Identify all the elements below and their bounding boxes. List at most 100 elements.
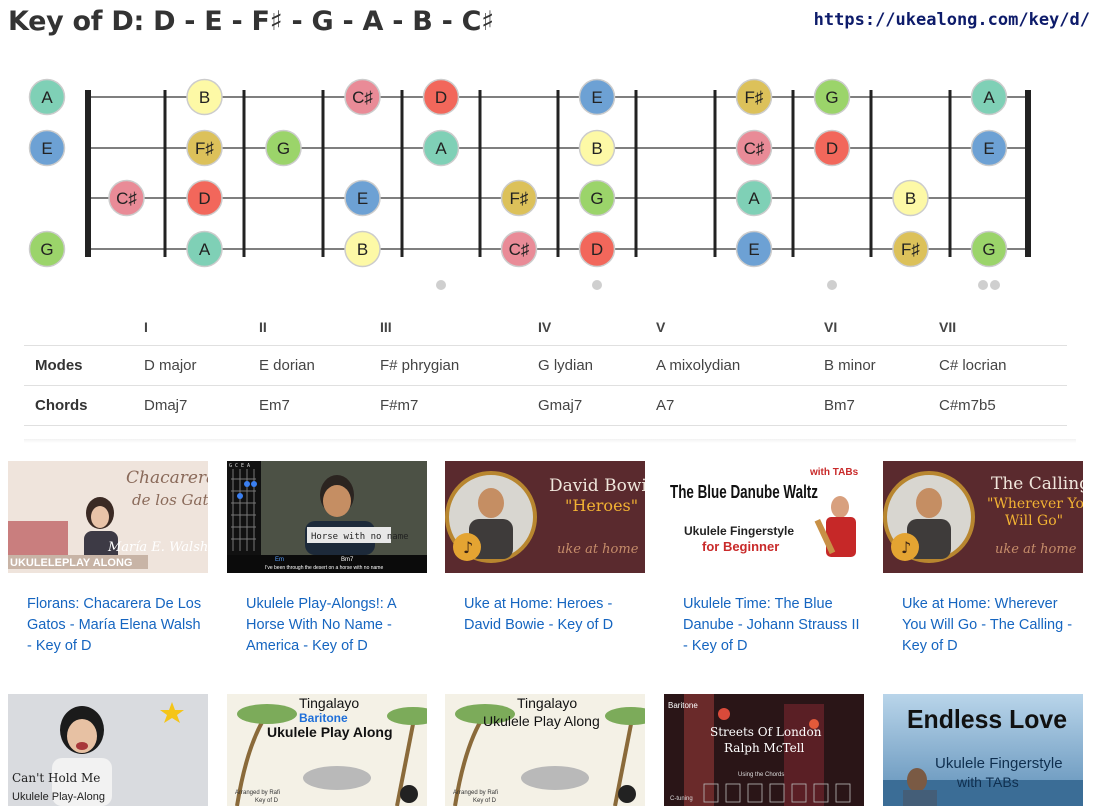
thumbnail-text: María E. Walsh [107, 540, 208, 555]
video-thumbnail[interactable]: Endless Love Ukulele Fingerstyle with TA… [883, 694, 1083, 806]
thumbnail-text: Tingalayo [517, 695, 577, 711]
note-dot: B [578, 129, 616, 167]
svg-text:D: D [591, 240, 603, 259]
mode-cell: F# phrygian [380, 345, 538, 386]
fretboard-diagram: A B C♯ D E F♯ G A E F♯ G A B C♯ D E C♯ D E F♯ G A B G A B C♯ D E F♯ G [28, 78, 1031, 290]
video-title-link[interactable]: Uke at Home: Wherever You Will Go - The … [902, 594, 1080, 657]
thumbnail-text: I've been through the desert on a horse … [265, 565, 383, 571]
fret-marker [592, 280, 602, 290]
thumbnail-text: G C E A [229, 463, 250, 469]
fret-marker [436, 280, 446, 290]
note-dot: B [186, 78, 223, 116]
thumbnail-text: with TABs [956, 774, 1019, 790]
thumbnail-text: Baritone [299, 711, 348, 725]
video-thumbnail[interactable]: ♪ The Calling "Wherever You Will Go" uke… [883, 461, 1083, 573]
thumbnail-text: "Wherever You [987, 496, 1083, 512]
note-dot: B [344, 230, 381, 268]
mode-cell: D major [144, 345, 259, 386]
video-title-link[interactable]: Ukulele Time: The Blue Danube - Johann S… [683, 594, 861, 657]
thumbnail-text: Em [275, 557, 284, 563]
video-title-link[interactable]: Ukulele Play-Alongs!: A Horse With No Na… [246, 594, 424, 657]
video-title-link[interactable]: Uke at Home: Heroes - David Bowie - Key … [464, 594, 642, 636]
thumbnail-text: Ukulele Fingerstyle [935, 755, 1063, 772]
chord-cell: Em7 [259, 385, 380, 426]
note-dot: E [344, 179, 381, 217]
note-dot: F♯ [500, 179, 538, 217]
mode-cell: A mixolydian [656, 345, 824, 386]
page-title: Key of D: D - E - F♯ - G - A - B - C♯ [8, 6, 494, 37]
thumbnail-text: Horse with no name [311, 532, 409, 542]
video-thumbnail[interactable]: G C E A Horse with no name Em Bm7 I've b… [227, 461, 427, 573]
fret-marker [978, 280, 988, 290]
video-thumbnail[interactable]: Baritone Streets Of London Ralph McTell … [664, 694, 864, 806]
degree-header: VI [824, 319, 838, 335]
fret-marker [827, 280, 837, 290]
thumbnail-text: The Blue Danube Waltz [670, 482, 818, 502]
mode-cell: C# locrian [939, 345, 1067, 386]
page-url[interactable]: https://ukealong.com/key/d/ [814, 10, 1090, 30]
mode-cell: E dorian [259, 345, 380, 386]
thumbnail-text: Bm7 [341, 557, 354, 563]
fret-marker [990, 280, 1000, 290]
thumbnail-text: Ukulele Fingerstyle [684, 524, 794, 538]
note-dot: A [422, 129, 460, 167]
note-dot: D [578, 230, 616, 268]
note-dot: E [28, 129, 66, 167]
svg-text:C♯: C♯ [744, 139, 765, 158]
note-dot: A [970, 78, 1008, 116]
svg-text:A: A [983, 88, 995, 107]
svg-text:D: D [198, 189, 210, 208]
svg-text:G: G [982, 240, 995, 259]
note-dot: A [735, 179, 773, 217]
thumbnail-text: C-tuning [670, 796, 693, 802]
thumbnail-text: Tingalayo [299, 695, 359, 711]
video-thumbnail[interactable]: Tingalayo Ukulele Play Along Arranged by… [445, 694, 645, 806]
thumbnail-text: Key of D [473, 798, 497, 804]
thumbnail-text: de los Gatos [132, 491, 208, 509]
thumbnail-text: Ralph McTell [724, 741, 805, 755]
svg-text:A: A [199, 240, 211, 259]
thumbnail-text: Key of D [255, 798, 279, 804]
chords-row: Chords Dmaj7 Em7 F#m7 Gmaj7 A7 Bm7 C#m7b… [24, 385, 1067, 426]
svg-text:D: D [826, 139, 838, 158]
thumbnail-text: Arranged by Rafi [235, 790, 280, 796]
thumbnail-text: "Heroes" [565, 496, 638, 515]
svg-text:D: D [435, 88, 447, 107]
svg-text:A: A [748, 189, 760, 208]
svg-text:G: G [277, 139, 290, 158]
svg-text:A: A [435, 139, 447, 158]
svg-text:♪: ♪ [901, 538, 911, 557]
degree-header: V [656, 319, 666, 335]
thumbnail-text: The Calling [991, 474, 1083, 494]
video-thumbnail[interactable]: ♪ David Bowie "Heroes" uke at home [445, 461, 645, 573]
svg-text:G: G [590, 189, 603, 208]
thumbnail-text: Arranged by Rafi [453, 790, 498, 796]
note-dot: B [892, 179, 929, 217]
svg-text:A: A [41, 88, 53, 107]
thumbnail-text: Baritone [668, 701, 698, 710]
note-dot: D [422, 78, 460, 116]
note-dot: E [970, 129, 1008, 167]
svg-text:B: B [199, 88, 210, 107]
svg-text:E: E [983, 139, 994, 158]
note-dot: C♯ [108, 179, 145, 217]
note-dot: F♯ [186, 129, 223, 167]
note-dot: F♯ [892, 230, 929, 268]
svg-text:C♯: C♯ [116, 189, 137, 208]
video-thumbnail[interactable]: Can't Hold Me Ukulele Play-Along [8, 694, 208, 806]
chord-cell: F#m7 [380, 385, 538, 426]
svg-text:♪: ♪ [463, 538, 473, 557]
degree-header: I [144, 319, 148, 335]
thumbnail-text: uke at home [995, 542, 1077, 557]
note-dot: C♯ [735, 129, 773, 167]
svg-text:E: E [41, 139, 52, 158]
video-thumbnail[interactable]: Tingalayo Baritone Ukulele Play Along Ar… [227, 694, 427, 806]
thumbnail-text: for Beginner [702, 539, 779, 554]
thumbnail-text: Can't Hold Me [12, 771, 100, 785]
svg-text:G: G [825, 88, 838, 107]
svg-text:E: E [357, 189, 368, 208]
video-thumbnail[interactable]: The Blue Danube Waltz with TABs Ukulele … [664, 461, 864, 573]
svg-text:B: B [591, 139, 602, 158]
video-title-link[interactable]: Florans: Chacarera De Los Gatos - María … [27, 594, 205, 657]
video-thumbnail[interactable]: Chacarera de los Gatos María E. Walsh UK… [8, 461, 208, 573]
